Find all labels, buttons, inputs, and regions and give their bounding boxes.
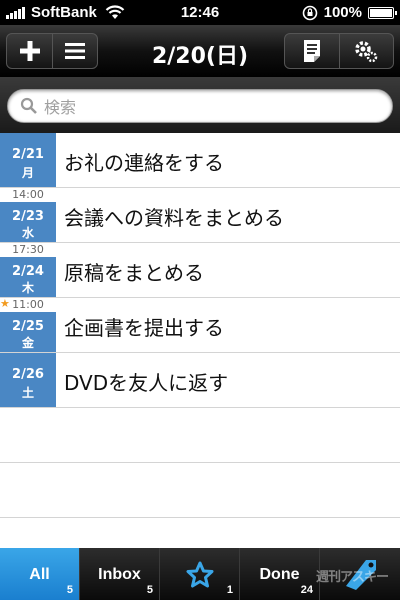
task-list: 2/21 月 お礼の連絡をする 14:00 2/23 水 会議への資料をまとめる… bbox=[0, 133, 400, 548]
notes-button[interactable] bbox=[285, 34, 339, 68]
task-row[interactable]: 2/21 月 お礼の連絡をする bbox=[0, 133, 400, 188]
nav-right-buttons bbox=[284, 33, 394, 69]
tab-label: Done bbox=[259, 566, 300, 583]
task-title: お礼の連絡をする bbox=[64, 151, 224, 175]
document-icon bbox=[304, 40, 320, 62]
battery-icon bbox=[368, 6, 397, 19]
task-date: 17:30 2/24 木 bbox=[0, 243, 56, 297]
plus-icon bbox=[19, 41, 40, 61]
add-button[interactable] bbox=[7, 34, 52, 68]
status-bar: SoftBank 12:46 100% bbox=[0, 0, 400, 25]
empty-row bbox=[0, 518, 400, 548]
task-date: 2/21 月 bbox=[0, 133, 56, 187]
tab-starred[interactable]: 1 bbox=[160, 548, 240, 600]
task-date: 11:00 ★ 2/25 金 bbox=[0, 298, 56, 352]
tab-count: 5 bbox=[146, 584, 153, 596]
tab-count: 5 bbox=[66, 584, 73, 596]
page-title: 2/20(日) bbox=[151, 44, 249, 69]
nav-left-buttons bbox=[6, 33, 98, 69]
empty-row bbox=[0, 408, 400, 463]
tab-label: All bbox=[29, 566, 50, 583]
task-title: DVDを友人に返す bbox=[64, 371, 229, 395]
task-row[interactable]: 11:00 ★ 2/25 金 企画書を提出する bbox=[0, 298, 400, 353]
settings-button[interactable] bbox=[339, 34, 393, 68]
task-date: 2/26 土 bbox=[0, 353, 56, 407]
tab-count: 1 bbox=[226, 584, 233, 596]
task-row[interactable]: 14:00 2/23 水 会議への資料をまとめる bbox=[0, 188, 400, 243]
task-title: 会議への資料をまとめる bbox=[64, 206, 284, 230]
tab-count: 24 bbox=[300, 584, 313, 596]
search-box[interactable] bbox=[7, 89, 393, 123]
star-icon bbox=[186, 561, 213, 588]
nav-bar: 2/20(日) bbox=[0, 25, 400, 77]
search-icon bbox=[20, 97, 37, 114]
star-icon: ★ bbox=[0, 297, 10, 310]
watermark-logo: 週刊アスキー bbox=[316, 569, 389, 584]
search-bar bbox=[0, 77, 400, 133]
task-title: 原稿をまとめる bbox=[64, 261, 204, 285]
task-row[interactable]: 17:30 2/24 木 原稿をまとめる bbox=[0, 243, 400, 298]
rotation-lock-icon bbox=[302, 5, 317, 20]
tab-all[interactable]: All 5 bbox=[0, 548, 80, 600]
tab-inbox[interactable]: Inbox 5 bbox=[80, 548, 160, 600]
list-menu-icon bbox=[64, 43, 85, 59]
task-row[interactable]: 2/26 土 DVDを友人に返す bbox=[0, 353, 400, 408]
task-date: 14:00 2/23 水 bbox=[0, 188, 56, 242]
task-title: 企画書を提出する bbox=[64, 316, 224, 340]
tab-label: Inbox bbox=[98, 566, 141, 583]
task-time: 14:00 bbox=[0, 188, 56, 202]
tab-done[interactable]: Done 24 bbox=[240, 548, 320, 600]
menu-button[interactable] bbox=[52, 34, 97, 68]
search-input[interactable] bbox=[44, 96, 364, 118]
gears-icon bbox=[355, 41, 378, 63]
task-time: 17:30 bbox=[0, 243, 56, 257]
empty-row bbox=[0, 463, 400, 518]
battery-percent: 100% bbox=[323, 4, 362, 21]
